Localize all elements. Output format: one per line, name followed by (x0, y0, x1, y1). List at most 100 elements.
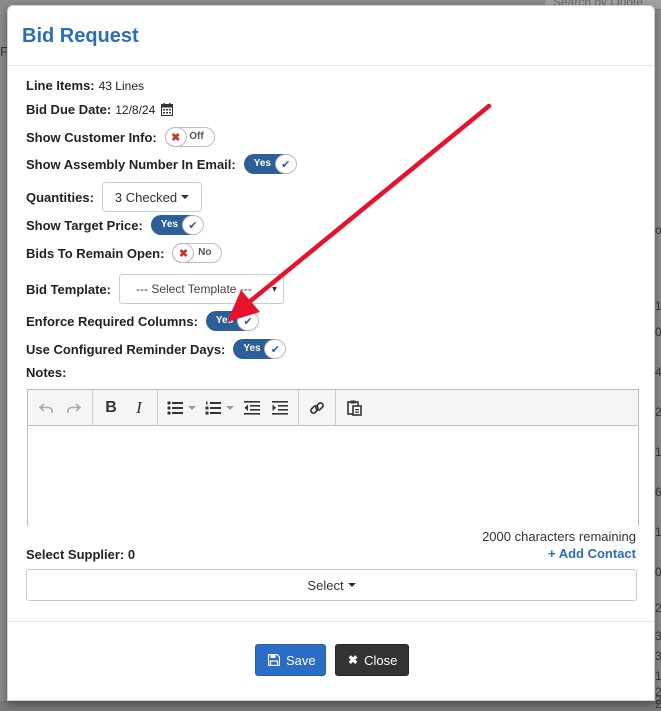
outdent-icon[interactable] (238, 394, 266, 422)
toggle-state-text: No (198, 247, 212, 258)
characters-remaining: 2000 characters remaining (482, 529, 636, 544)
toggle-state-text: Off (189, 131, 204, 142)
save-button[interactable]: Save (255, 644, 326, 676)
modal-header: Bid Request (8, 6, 654, 66)
background-right-digit: 1 (655, 445, 661, 459)
line-items-value: 43 Lines (98, 78, 144, 93)
background-right-column: o104216102331222 (655, 0, 661, 710)
check-icon: ✔ (264, 339, 287, 359)
bids-remain-open-row: Bids To Remain Open: ✖ No (26, 243, 223, 263)
background-left-fragment: F (0, 44, 7, 59)
toggle-state-text: Yes (243, 343, 261, 354)
quantities-dropdown-button[interactable]: 3 Checked (101, 182, 203, 212)
link-icon[interactable] (303, 394, 331, 422)
notes-editor: B I (27, 389, 639, 526)
x-icon: ✖ (172, 243, 195, 263)
enforce-required-columns-row: Enforce Required Columns: Yes ✔ (26, 311, 259, 331)
background-right-digit: 0 (655, 565, 661, 579)
show-target-price-row: Show Target Price: Yes ✔ (26, 215, 204, 235)
close-icon: ✖ (348, 653, 359, 667)
show-customer-info-row: Show Customer Info: ✖ Off (26, 127, 215, 147)
paste-icon[interactable] (340, 394, 368, 422)
bold-icon[interactable]: B (97, 394, 125, 422)
bids-remain-open-toggle[interactable]: ✖ No (172, 243, 223, 263)
caret-down-icon (187, 405, 196, 410)
show-assembly-number-toggle[interactable]: Yes ✔ (243, 154, 297, 174)
bid-template-selected: --- Select Template --- (136, 282, 252, 296)
bid-due-date-value: 12/8/24 (115, 102, 156, 117)
background-right-digit: 2 (655, 697, 661, 711)
select-supplier-button[interactable]: Select (26, 569, 637, 601)
caret-down-icon (347, 583, 356, 587)
quantities-button-label: 3 Checked (114, 189, 178, 205)
toggle-state-text: Yes (160, 219, 179, 230)
numbered-list-icon[interactable] (200, 394, 238, 422)
undo-icon[interactable] (32, 394, 60, 422)
indent-icon[interactable] (266, 394, 294, 422)
list-group (158, 390, 299, 425)
modal-footer: Save ✖ Close (8, 621, 654, 701)
x-icon: ✖ (164, 127, 187, 147)
use-reminder-days-toggle[interactable]: Yes ✔ (233, 339, 287, 359)
background-right-digit: 6 (655, 485, 661, 499)
select-supplier-button-label: Select (307, 577, 344, 593)
paste-group (336, 390, 372, 425)
bullet-list-icon[interactable] (162, 394, 200, 422)
background-right-digit: o (655, 223, 661, 237)
show-assembly-number-label: Show Assembly Number In Email: (26, 156, 236, 172)
quantities-row: Quantities: 3 Checked (26, 182, 203, 212)
bid-template-select[interactable]: --- Select Template --- ▾ (119, 274, 284, 304)
close-button-label: Close (364, 652, 398, 668)
calendar-icon[interactable] (161, 103, 174, 116)
enforce-required-columns-label: Enforce Required Columns: (26, 313, 198, 329)
background-right-digit: 1 (655, 525, 661, 539)
floppy-disk-icon (268, 654, 280, 666)
line-items-label: Line Items: (26, 78, 95, 93)
notes-label: Notes: (26, 365, 67, 380)
check-icon: ✔ (236, 311, 259, 331)
link-group (299, 390, 336, 425)
caret-down-icon (225, 405, 234, 410)
bid-template-label: Bid Template: (26, 281, 111, 297)
background-right-digit: 1 (655, 669, 661, 683)
background-right-digit: 4 (655, 365, 661, 379)
caret-down-icon (181, 195, 190, 199)
toggle-state-text: Yes (253, 158, 271, 169)
history-group (28, 390, 93, 425)
select-supplier-label: Select Supplier: 0 (26, 547, 136, 562)
show-customer-info-toggle[interactable]: ✖ Off (164, 127, 215, 147)
bid-due-date-row: Bid Due Date: 12/8/24 (26, 102, 174, 117)
close-button[interactable]: ✖ Close (335, 644, 409, 676)
notes-text-area[interactable] (28, 426, 638, 526)
italic-icon[interactable]: I (125, 394, 153, 422)
background-right-digit: 2 (655, 601, 661, 615)
background-right-digit: 0 (655, 325, 661, 339)
show-customer-info-label: Show Customer Info: (26, 129, 157, 145)
use-reminder-days-row: Use Configured Reminder Days: Yes ✔ (26, 339, 287, 359)
use-reminder-days-label: Use Configured Reminder Days: (26, 341, 226, 357)
redo-icon[interactable] (60, 394, 88, 422)
modal-title: Bid Request (22, 25, 139, 47)
toggle-state-text: Yes (215, 315, 234, 326)
check-icon: ✔ (181, 215, 204, 235)
chevron-down-icon: ▾ (271, 283, 277, 295)
enforce-required-columns-toggle[interactable]: Yes ✔ (205, 311, 259, 331)
check-icon: ✔ (274, 154, 297, 174)
line-items-row: Line Items: 43 Lines (26, 78, 144, 93)
background-right-digit: 3 (655, 649, 661, 663)
show-assembly-number-row: Show Assembly Number In Email: Yes ✔ (26, 154, 297, 174)
background-right-digit: 2 (655, 405, 661, 419)
show-target-price-label: Show Target Price: (26, 217, 143, 233)
bids-remain-open-label: Bids To Remain Open: (26, 245, 165, 261)
save-button-label: Save (286, 652, 316, 668)
background-right-digit: 3 (655, 629, 661, 643)
editor-toolbar: B I (28, 390, 638, 426)
add-contact-link[interactable]: + Add Contact (548, 546, 636, 561)
show-target-price-toggle[interactable]: Yes ✔ (150, 215, 204, 235)
background-right-digit: 1 (655, 299, 661, 313)
bid-template-row: Bid Template: --- Select Template --- ▾ (26, 274, 284, 304)
quantities-label: Quantities: (26, 189, 94, 205)
format-group: B I (93, 390, 158, 425)
bid-request-modal: Bid Request Line Items: 43 Lines Bid Due… (7, 5, 655, 701)
bid-due-date-label: Bid Due Date: (26, 102, 112, 117)
